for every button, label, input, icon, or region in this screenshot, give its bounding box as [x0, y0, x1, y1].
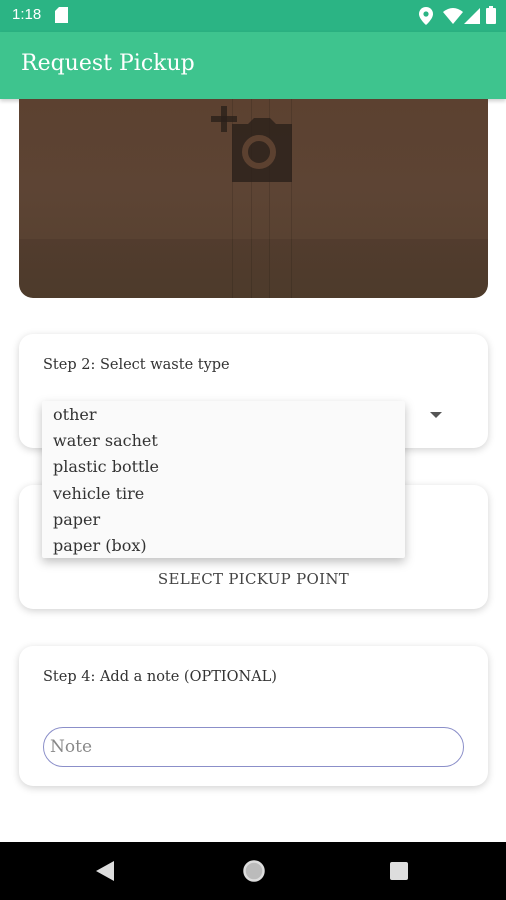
- dropdown-arrow-icon[interactable]: [430, 412, 442, 418]
- dropdown-option[interactable]: paper (box): [53, 536, 147, 555]
- note-input[interactable]: [43, 727, 464, 767]
- recents-icon[interactable]: [390, 862, 408, 880]
- add-photo-icon[interactable]: [208, 106, 294, 182]
- wifi-icon: [443, 8, 463, 24]
- battery-icon: [486, 6, 496, 24]
- system-nav-bar: [0, 842, 506, 900]
- step2-label: Step 2: Select waste type: [43, 357, 230, 373]
- back-icon[interactable]: [96, 861, 114, 881]
- dropdown-option[interactable]: water sachet: [53, 431, 158, 450]
- dropdown-option[interactable]: paper: [53, 510, 100, 529]
- photo-floor-shade: [19, 239, 488, 298]
- status-bar: 1:18: [0, 0, 506, 32]
- status-time: 1:18: [12, 6, 42, 23]
- app-bar: Request Pickup: [0, 32, 506, 99]
- waste-type-dropdown-list: other water sachet plastic bottle vehicl…: [42, 401, 405, 558]
- location-icon: [419, 7, 433, 25]
- step4-label: Step 4: Add a note (OPTIONAL): [43, 669, 277, 685]
- select-pickup-point-button[interactable]: SELECT PICKUP POINT: [19, 570, 488, 588]
- dropdown-option[interactable]: vehicle tire: [53, 484, 144, 503]
- dropdown-option[interactable]: other: [53, 405, 96, 424]
- page-title: Request Pickup: [21, 51, 195, 76]
- dropdown-option[interactable]: plastic bottle: [53, 457, 159, 476]
- note-card: Step 4: Add a note (OPTIONAL): [19, 646, 488, 786]
- sd-card-icon: [55, 7, 68, 23]
- home-icon[interactable]: [242, 859, 266, 883]
- signal-icon: [464, 8, 480, 24]
